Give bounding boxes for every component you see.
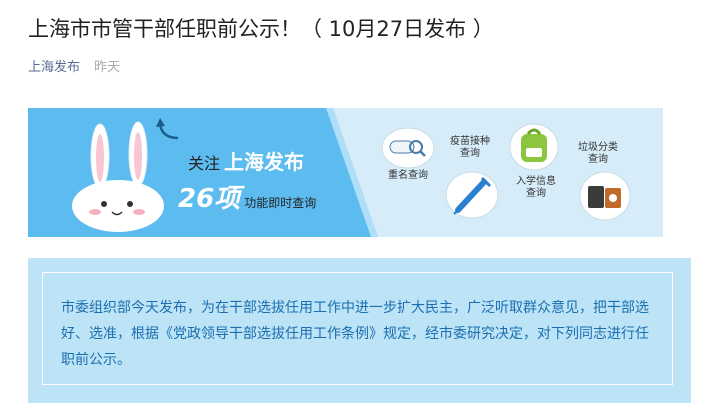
feature-count-number: 26项 bbox=[178, 184, 241, 214]
feature-count-label: 功能即时查询 bbox=[244, 196, 317, 210]
account-link[interactable]: 上海发布 bbox=[28, 60, 80, 75]
backpack-icon bbox=[509, 123, 559, 171]
feature-garbage[interactable]: 垃圾分类 查询 bbox=[568, 142, 628, 166]
article-title: 上海市市管干部任职前公示！（ 10月27日发布 ） bbox=[28, 17, 494, 41]
feature-label: 重名查询 bbox=[388, 170, 428, 181]
follow-brand: 上海发布 bbox=[224, 150, 305, 174]
search-name-icon bbox=[381, 127, 435, 169]
feature-label: 垃圾分类 查询 bbox=[578, 142, 618, 165]
feature-vaccine-label-block[interactable]: 疫苗接种 查询 bbox=[440, 136, 500, 160]
trash-bin-icon bbox=[579, 171, 631, 221]
promo-banner[interactable]: 关注 上海发布 26项 功能即时查询 重名查询 疫苗接种 查询 入学信息 查询 垃圾… bbox=[28, 108, 663, 237]
notice-text: 市委组织部今天发布，为在干部选拔任用工作中进一步扩大民主，广泛听取群众意见，把干… bbox=[61, 300, 649, 368]
feature-label: 疫苗接种 查询 bbox=[450, 136, 490, 159]
curved-arrow-icon bbox=[156, 118, 179, 140]
feature-count: 26项 功能即时查询 bbox=[178, 178, 316, 215]
notice-frame: 市委组织部今天发布，为在干部选拔任用工作中进一步扩大民主，广泛听取群众意见，把干… bbox=[42, 272, 673, 385]
follow-prefix: 关注 bbox=[188, 154, 221, 173]
feature-label: 入学信息 查询 bbox=[516, 176, 556, 199]
notice-box: 市委组织部今天发布，为在干部选拔任用工作中进一步扩大民主，广泛听取群众意见，把干… bbox=[28, 258, 691, 403]
publish-time: 昨天 bbox=[94, 60, 121, 75]
syringe-icon bbox=[445, 171, 499, 219]
feature-name-search[interactable]: 重名查询 bbox=[373, 124, 443, 182]
follow-text: 关注 上海发布 bbox=[188, 146, 304, 175]
article-meta: 上海发布 昨天 bbox=[28, 58, 120, 78]
feature-enrollment[interactable]: 入学信息 查询 bbox=[506, 176, 566, 200]
